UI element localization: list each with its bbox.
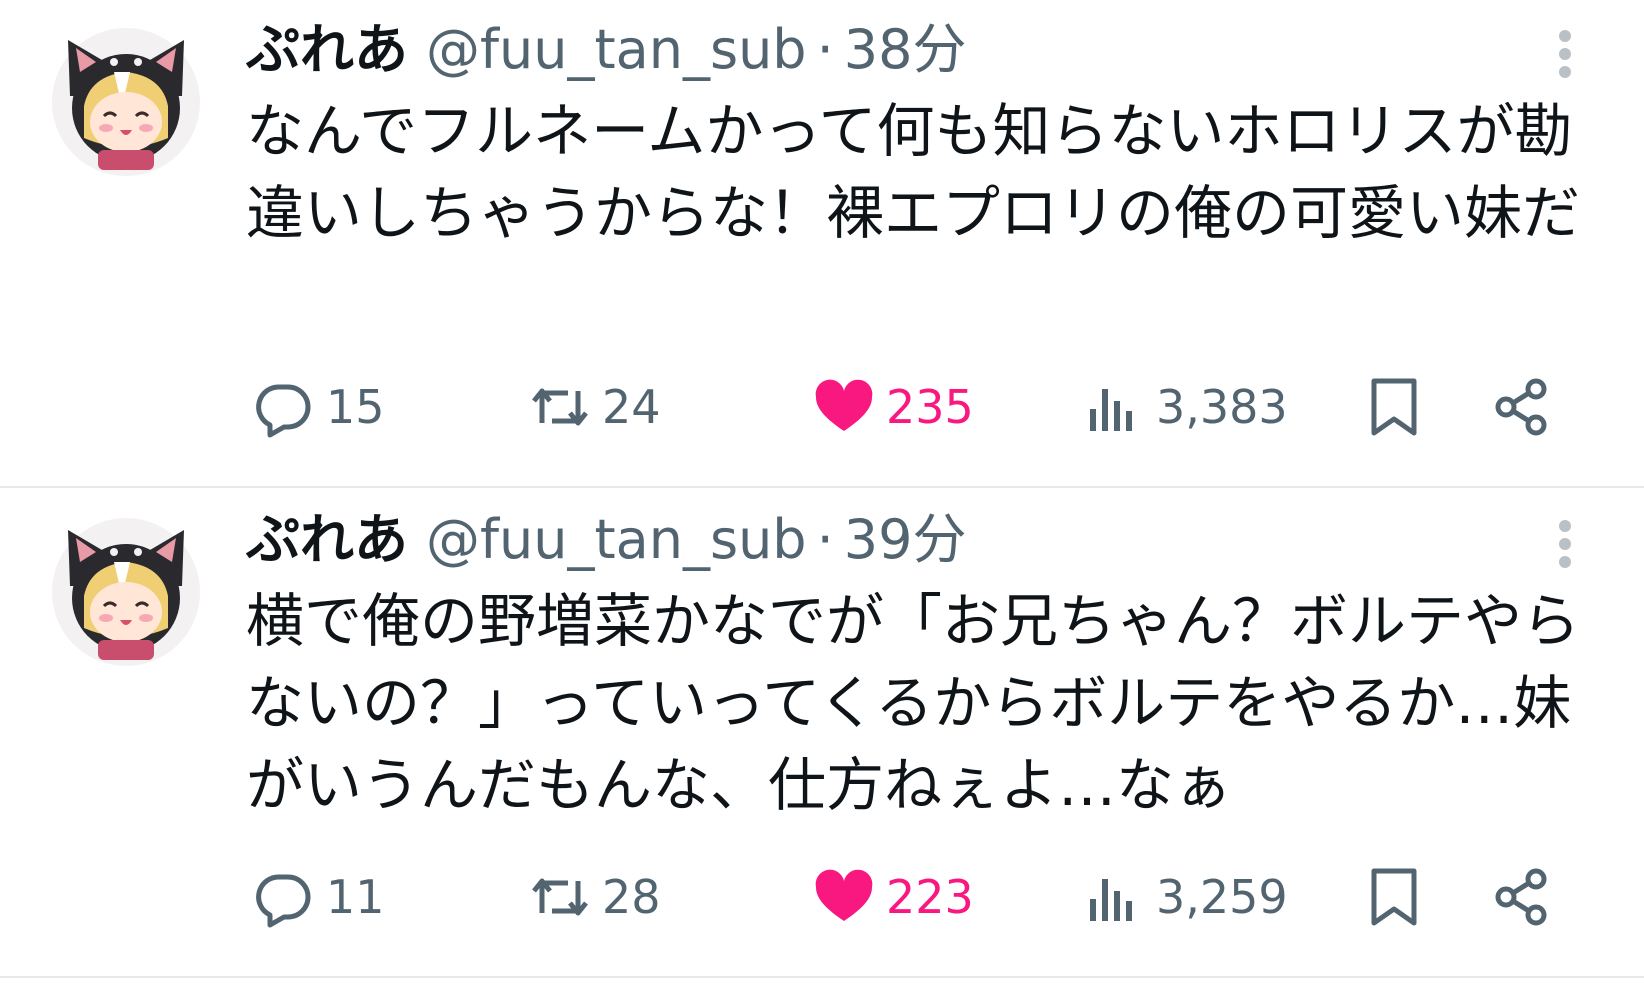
- separator-dot: ·: [816, 508, 834, 571]
- tweet-actions: 15 24 235 3,383: [0, 372, 1644, 442]
- like-count: 235: [886, 380, 974, 434]
- bookmark-button[interactable]: [1362, 372, 1426, 442]
- retweet-count: 28: [602, 870, 661, 924]
- tweet-text: 横で俺の野増菜かなでが「お兄ちゃん？ボルテやらないの？」っていってくるからボルテ…: [246, 587, 1581, 819]
- heart-filled-icon: [815, 869, 873, 921]
- tweet-text: なんでフルネームかって何も知らないホロリスが勘違いしちゃうからな！裸エプロリの俺…: [246, 97, 1581, 247]
- retweet-arrows-icon: [532, 388, 588, 426]
- bookmark-icon: [1371, 378, 1417, 436]
- retweet-arrows-icon: [532, 878, 588, 916]
- reply-count: 15: [326, 380, 385, 434]
- tweet-header: ぷれあ @fuu_tan_sub · 38分: [246, 14, 966, 86]
- views-button[interactable]: 3,259: [1082, 862, 1288, 932]
- user-handle[interactable]: @fuu_tan_sub: [426, 14, 807, 86]
- view-count: 3,383: [1156, 380, 1288, 434]
- avatar[interactable]: [50, 26, 202, 178]
- more-vertical-icon[interactable]: [1550, 514, 1580, 574]
- tweet[interactable]: ぷれあ @fuu_tan_sub · 38分 なんでフルネームかって何も知らない…: [0, 0, 1644, 488]
- like-button[interactable]: 223: [812, 862, 974, 932]
- tweet-actions: 11 28 223 3,259: [0, 862, 1644, 932]
- like-button[interactable]: 235: [812, 372, 974, 442]
- display-name[interactable]: ぷれあ: [246, 504, 408, 576]
- heart-filled-icon: [815, 379, 873, 431]
- share-button[interactable]: [1490, 372, 1554, 442]
- bookmark-icon: [1371, 868, 1417, 926]
- reply-bubble-icon: [256, 384, 311, 438]
- avatar[interactable]: [50, 516, 202, 668]
- reply-bubble-icon: [256, 874, 311, 928]
- tweet[interactable]: ぷれあ @fuu_tan_sub · 39分 横で俺の野増菜かなでが「お兄ちゃん…: [0, 490, 1644, 978]
- reply-button[interactable]: 11: [252, 862, 385, 932]
- view-count: 3,259: [1156, 870, 1288, 924]
- like-count: 223: [886, 870, 974, 924]
- display-name[interactable]: ぷれあ: [246, 14, 408, 86]
- retweet-button[interactable]: 24: [528, 372, 661, 442]
- share-button[interactable]: [1490, 862, 1554, 932]
- user-handle[interactable]: @fuu_tan_sub: [426, 504, 807, 576]
- share-icon: [1495, 868, 1547, 926]
- more-vertical-icon[interactable]: [1550, 24, 1580, 84]
- views-bar-chart-icon: [1090, 389, 1132, 431]
- timestamp[interactable]: 38分: [844, 14, 967, 86]
- retweet-button[interactable]: 28: [528, 862, 661, 932]
- retweet-count: 24: [602, 380, 661, 434]
- timestamp[interactable]: 39分: [844, 504, 967, 576]
- views-bar-chart-icon: [1090, 879, 1132, 921]
- share-icon: [1495, 378, 1547, 436]
- reply-button[interactable]: 15: [252, 372, 385, 442]
- separator-dot: ·: [816, 18, 834, 81]
- bookmark-button[interactable]: [1362, 862, 1426, 932]
- views-button[interactable]: 3,383: [1082, 372, 1288, 442]
- reply-count: 11: [326, 870, 385, 924]
- tweet-header: ぷれあ @fuu_tan_sub · 39分: [246, 504, 966, 576]
